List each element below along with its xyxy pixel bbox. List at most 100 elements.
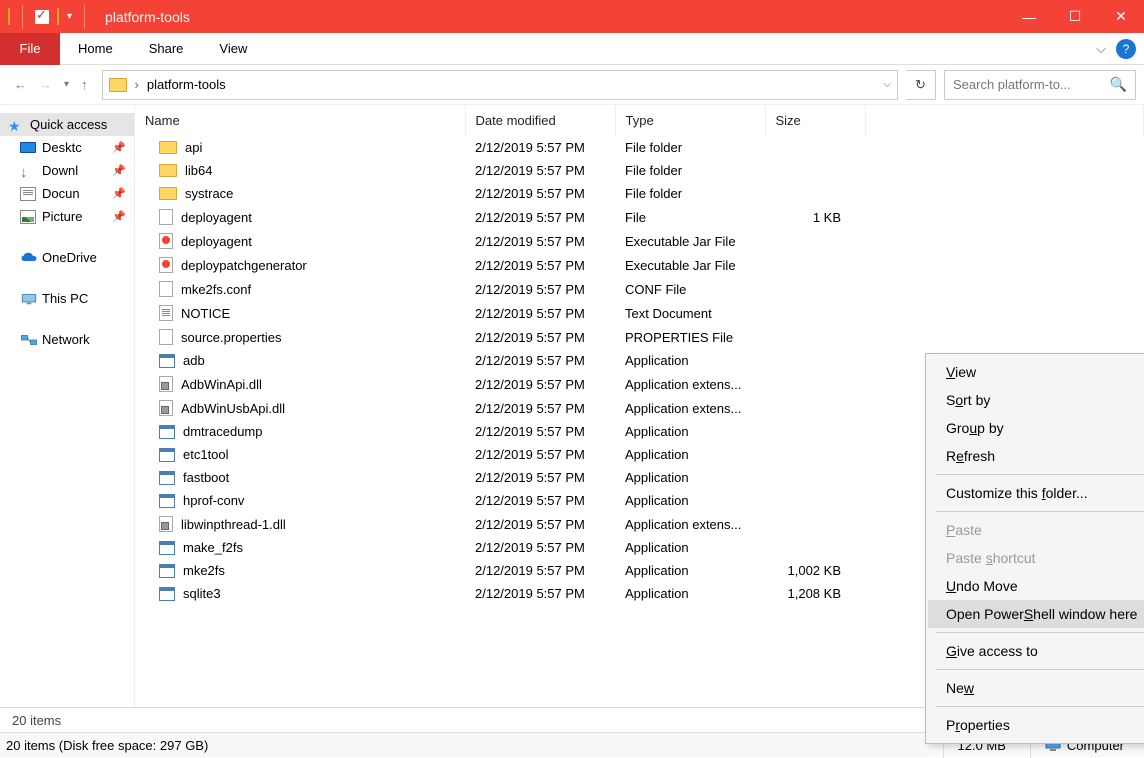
folder-icon (109, 78, 127, 92)
file-list-pane[interactable]: Name Date modified Type Size api 2/12/20… (135, 105, 1144, 707)
column-headers[interactable]: Name Date modified Type Size (135, 105, 1144, 136)
separator (22, 5, 23, 29)
sidebar-pinned-item[interactable]: Picture 📌 (0, 205, 134, 228)
menu-item[interactable]: View› (928, 358, 1144, 386)
chevron-right-icon: › (135, 77, 139, 92)
file-size (765, 396, 865, 420)
file-row[interactable]: systrace 2/12/2019 5:57 PM File folder (135, 182, 1144, 205)
recent-chevron-icon[interactable]: ▾ (64, 79, 69, 90)
refresh-button[interactable]: ↻ (906, 70, 936, 100)
file-row[interactable]: source.properties 2/12/2019 5:57 PM PROP… (135, 325, 1144, 349)
cloud-icon (20, 251, 36, 265)
forward-button[interactable]: → (39, 77, 52, 92)
help-icon[interactable]: ? (1116, 39, 1136, 59)
pin-icon: 📌 (112, 210, 126, 223)
file-type: Application extens... (615, 396, 765, 420)
file-size (765, 182, 865, 205)
file-name: deployagent (181, 210, 252, 225)
file-date: 2/12/2019 5:57 PM (465, 277, 615, 301)
dropdown-icon[interactable]: ▾ (67, 11, 72, 22)
col-size[interactable]: Size (765, 105, 865, 136)
separator (84, 5, 85, 29)
file-row[interactable]: lib64 2/12/2019 5:57 PM File folder (135, 159, 1144, 182)
ribbon-chevron-icon[interactable]: ⌵ (1096, 41, 1106, 57)
tab-share[interactable]: Share (131, 33, 202, 65)
window-titlebar: ✓ ▾ platform-tools — ☐ ✕ (0, 0, 1144, 33)
menu-separator (936, 511, 1144, 512)
menu-item[interactable]: Give access to› (928, 637, 1144, 665)
col-date[interactable]: Date modified (465, 105, 615, 136)
jar-icon (159, 257, 173, 273)
folder-icon[interactable] (57, 9, 59, 24)
sidebar-pinned-item[interactable]: Docun📌 (0, 182, 134, 205)
search-icon: 🔍 (1110, 76, 1127, 93)
file-date: 2/12/2019 5:57 PM (465, 159, 615, 182)
file-size (765, 159, 865, 182)
sidebar-pinned-item[interactable]: ↓Downl📌 (0, 159, 134, 182)
menu-item[interactable]: New› (928, 674, 1144, 702)
file-name: mke2fs (183, 563, 225, 578)
menu-label: Group by (946, 420, 1004, 436)
menu-item[interactable]: Properties (928, 711, 1144, 739)
file-row[interactable]: deployagent 2/12/2019 5:57 PM Executable… (135, 229, 1144, 253)
tab-view[interactable]: View (201, 33, 265, 65)
file-date: 2/12/2019 5:57 PM (465, 229, 615, 253)
sidebar-label: Network (42, 332, 90, 347)
item-count: 20 items (12, 713, 61, 728)
file-name: etc1tool (183, 447, 229, 462)
app-icon (159, 564, 175, 578)
file-type: Text Document (615, 301, 765, 325)
sidebar-quick-access[interactable]: ★ Quick access (0, 113, 134, 136)
file-row[interactable]: api 2/12/2019 5:57 PM File folder (135, 136, 1144, 159)
minimize-button[interactable]: — (1006, 0, 1052, 33)
menu-separator (936, 474, 1144, 475)
file-name: adb (183, 353, 205, 368)
menu-item[interactable]: Open PowerShell window here (928, 600, 1144, 628)
menu-item[interactable]: Group by› (928, 414, 1144, 442)
file-size (765, 466, 865, 489)
menu-label: View (946, 364, 976, 380)
file-row[interactable]: deployagent 2/12/2019 5:57 PM File 1 KB (135, 205, 1144, 229)
file-size (765, 229, 865, 253)
file-icon (159, 209, 173, 225)
menu-item[interactable]: Undo MoveCtrl+Z (928, 572, 1144, 600)
file-size (765, 443, 865, 466)
app-icon (159, 494, 175, 508)
file-type: Application (615, 559, 765, 582)
file-name: AdbWinApi.dll (181, 377, 262, 392)
back-button[interactable]: ← (14, 77, 27, 92)
sidebar-item[interactable]: This PC (0, 287, 134, 310)
sidebar-item[interactable]: Network (0, 328, 134, 351)
checkbox-icon[interactable]: ✓ (35, 10, 49, 24)
col-name[interactable]: Name (135, 105, 465, 136)
tab-home[interactable]: Home (60, 33, 131, 65)
address-bar[interactable]: › platform-tools ⌵ (102, 70, 898, 100)
file-row[interactable]: NOTICE 2/12/2019 5:57 PM Text Document (135, 301, 1144, 325)
file-name: systrace (185, 186, 233, 201)
file-type: Application extens... (615, 512, 765, 536)
menu-label: Paste (946, 522, 982, 538)
file-type: File folder (615, 182, 765, 205)
sidebar-label: This PC (42, 291, 88, 306)
close-button[interactable]: ✕ (1098, 0, 1144, 33)
up-button[interactable]: ↑ (81, 77, 88, 92)
file-row[interactable]: deploypatchgenerator 2/12/2019 5:57 PM E… (135, 253, 1144, 277)
col-type[interactable]: Type (615, 105, 765, 136)
file-name: fastboot (183, 470, 229, 485)
sidebar-label: Picture (42, 209, 82, 224)
file-row[interactable]: mke2fs.conf 2/12/2019 5:57 PM CONF File (135, 277, 1144, 301)
address-path[interactable]: platform-tools (147, 77, 226, 92)
menu-item[interactable]: Refresh (928, 442, 1144, 470)
sidebar-label: Docun (42, 186, 80, 201)
sidebar-item[interactable]: OneDrive (0, 246, 134, 269)
menu-label: Sort by (946, 392, 990, 408)
sidebar-pinned-item[interactable]: Desktc📌 (0, 136, 134, 159)
address-chevron-icon[interactable]: ⌵ (883, 79, 891, 90)
app-icon (159, 541, 175, 555)
menu-item[interactable]: Sort by› (928, 386, 1144, 414)
menu-label: Give access to (946, 643, 1038, 659)
file-tab[interactable]: File (0, 33, 60, 65)
maximize-button[interactable]: ☐ (1052, 0, 1098, 33)
menu-item[interactable]: Customize this folder... (928, 479, 1144, 507)
search-box[interactable]: Search platform-to... 🔍 (944, 70, 1136, 100)
